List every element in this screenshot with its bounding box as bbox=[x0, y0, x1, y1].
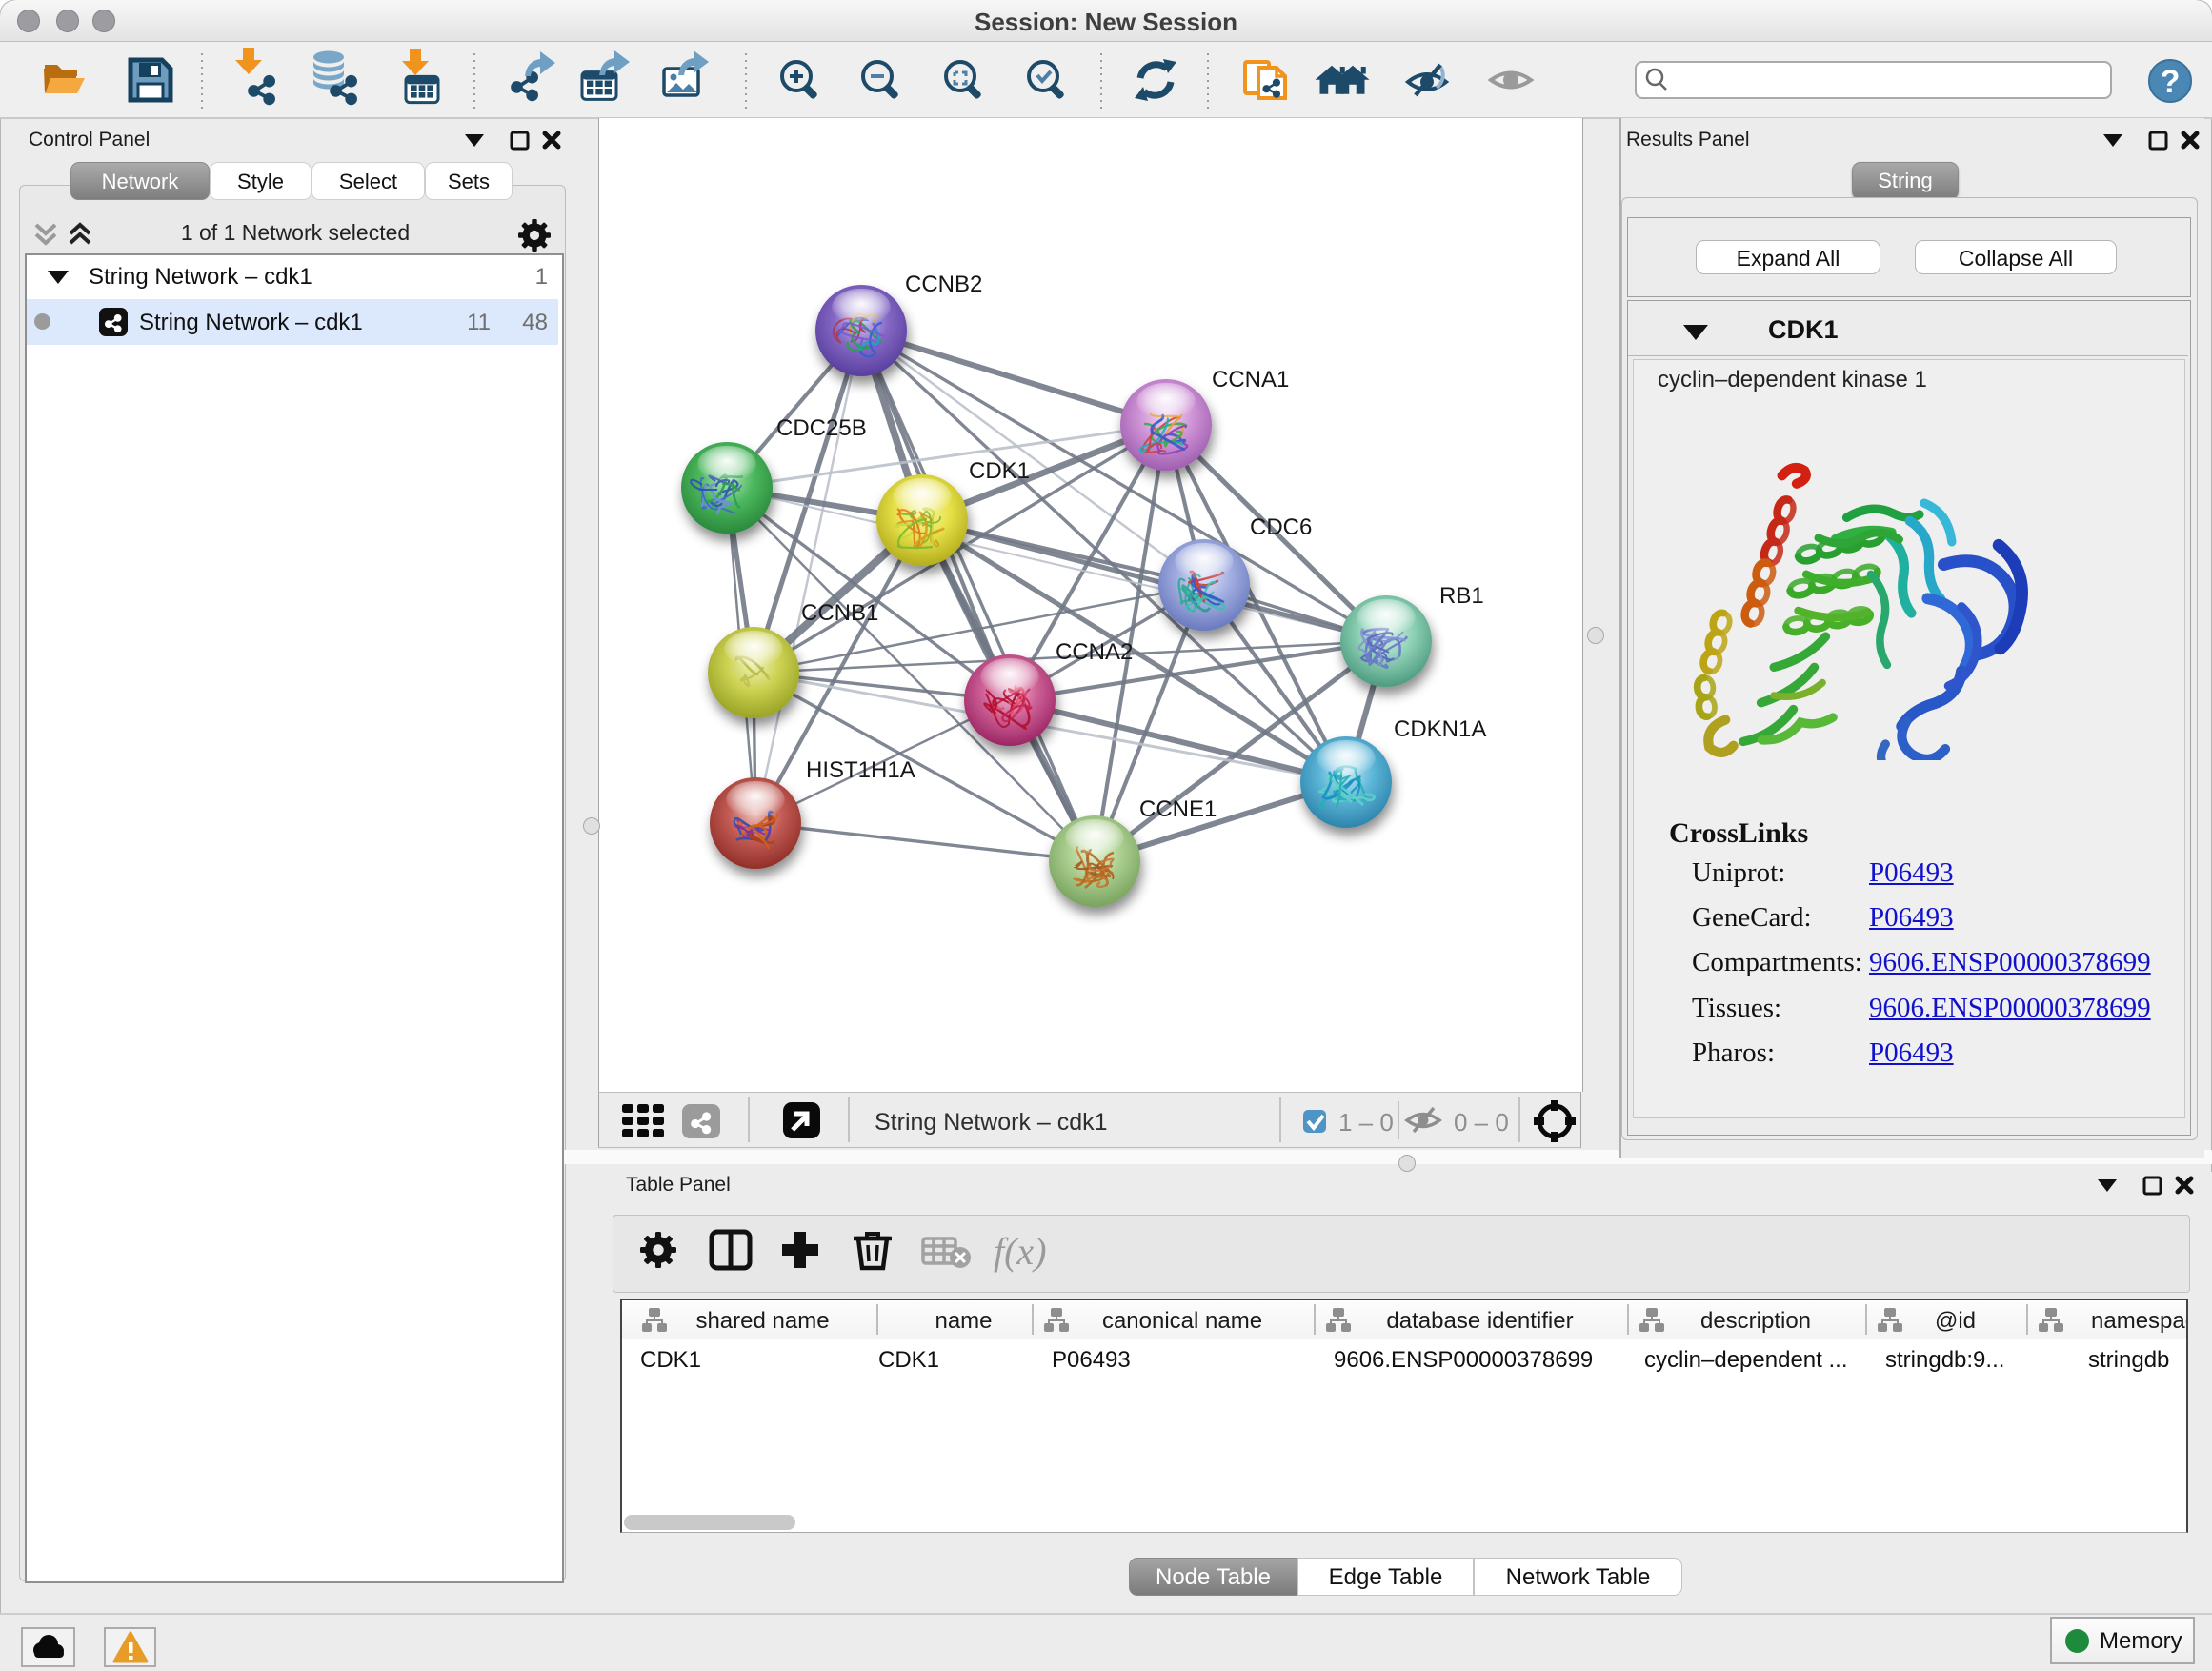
svg-text:CCNB1: CCNB1 bbox=[801, 600, 878, 626]
svg-text:CDC25B: CDC25B bbox=[776, 415, 867, 441]
svg-text:description: description bbox=[1700, 1308, 1811, 1334]
svg-text:?: ? bbox=[2161, 64, 2181, 100]
svg-text:String Network – cdk1: String Network – cdk1 bbox=[875, 1109, 1108, 1136]
svg-text:0 – 0: 0 – 0 bbox=[1454, 1108, 1509, 1137]
svg-text:CCNA1: CCNA1 bbox=[1212, 367, 1289, 393]
svg-text:1 – 0: 1 – 0 bbox=[1338, 1108, 1394, 1137]
svg-text:shared name: shared name bbox=[695, 1308, 829, 1334]
svg-text:RB1: RB1 bbox=[1439, 583, 1484, 609]
svg-text:f(x): f(x) bbox=[994, 1230, 1047, 1273]
svg-text:CCNA2: CCNA2 bbox=[1056, 639, 1133, 665]
svg-text:HIST1H1A: HIST1H1A bbox=[806, 757, 915, 783]
svg-text:CCNB2: CCNB2 bbox=[905, 272, 982, 297]
svg-text:namespace: namespace bbox=[2091, 1308, 2186, 1334]
svg-text:CCNE1: CCNE1 bbox=[1139, 796, 1217, 822]
svg-text:name: name bbox=[935, 1308, 992, 1334]
svg-text:database identifier: database identifier bbox=[1386, 1308, 1573, 1334]
svg-text:CDC6: CDC6 bbox=[1250, 514, 1312, 540]
svg-text:CDKN1A: CDKN1A bbox=[1394, 716, 1486, 742]
svg-text:canonical name: canonical name bbox=[1102, 1308, 1262, 1334]
svg-text:@id: @id bbox=[1935, 1308, 1976, 1334]
svg-text:CDK1: CDK1 bbox=[969, 458, 1030, 484]
